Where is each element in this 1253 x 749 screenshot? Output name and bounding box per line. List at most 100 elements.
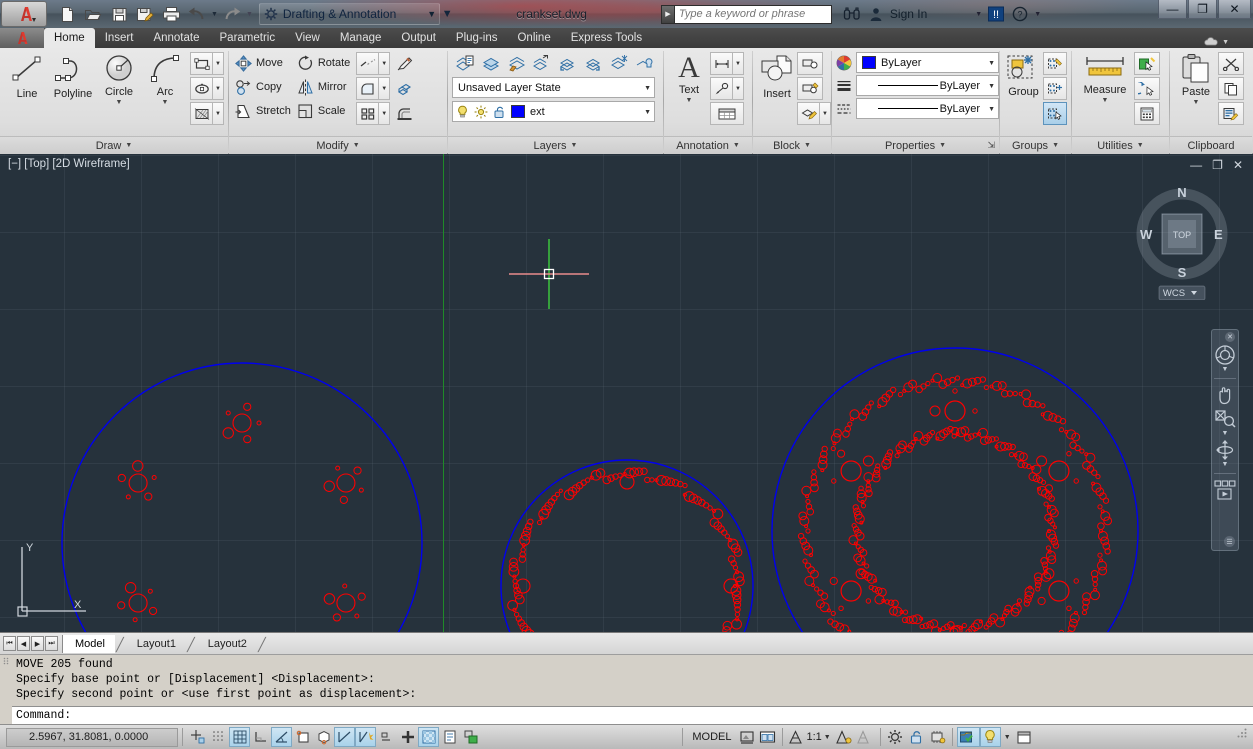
paste-button[interactable]: Paste ▼ <box>1174 51 1218 106</box>
prev-layout-button[interactable]: ◀ <box>17 636 30 651</box>
select-similar-button[interactable] <box>1134 77 1160 100</box>
panel-modify-expand-icon[interactable]: ▼ <box>353 142 360 149</box>
ribbon-tab-view[interactable]: View <box>285 28 330 48</box>
paste-dropdown-icon[interactable]: ▼ <box>1193 99 1200 106</box>
annotation-scale-caret-icon[interactable]: ▼ <box>824 734 831 741</box>
panel-draw-expand-icon[interactable]: ▼ <box>125 142 132 149</box>
workspace-selector[interactable]: Drafting & Annotation ▼ <box>258 3 441 25</box>
paste-special-button[interactable] <box>1218 102 1244 125</box>
panel-block-expand-icon[interactable]: ▼ <box>804 142 811 149</box>
ellipse-flyout-arrow-icon[interactable]: ▼ <box>213 77 224 100</box>
3d-object-snap-toggle[interactable] <box>313 727 334 747</box>
ribbon-tab-manage[interactable]: Manage <box>330 28 392 48</box>
lineweight-combo[interactable]: ByLayer ▼ <box>856 75 999 96</box>
transparency-toggle[interactable] <box>418 727 439 747</box>
ribbon-tab-plugins[interactable]: Plug-ins <box>446 28 508 48</box>
workspace-caret-icon[interactable]: ▼ <box>427 9 436 19</box>
panel-groups-expand-icon[interactable]: ▼ <box>1052 142 1059 149</box>
orbit-button[interactable]: ▼ <box>1212 439 1238 468</box>
lineweight-toggle[interactable] <box>397 727 418 747</box>
object-color-caret-icon[interactable]: ▼ <box>988 53 995 74</box>
dimension-flyout-arrow-icon[interactable]: ▼ <box>733 52 744 75</box>
rectangle-flyout-arrow-icon[interactable]: ▼ <box>213 52 224 75</box>
sign-in-caret-icon[interactable]: ▼ <box>975 11 982 18</box>
layer-state-combo[interactable]: Unsaved Layer State ▼ <box>452 77 655 98</box>
layer-freeze-button[interactable] <box>606 50 631 75</box>
panel-modify-title[interactable]: Modify ▼ <box>229 136 447 154</box>
orbit-caret-icon[interactable]: ▼ <box>1222 461 1229 468</box>
stretch-button[interactable]: Stretch <box>233 99 295 123</box>
measure-dropdown-icon[interactable]: ▼ <box>1102 97 1109 104</box>
application-menu-button[interactable] <box>1 1 47 27</box>
circle-dropdown-icon[interactable]: ▼ <box>116 99 123 106</box>
search-icon-button[interactable] <box>842 5 862 23</box>
line-button[interactable]: Line <box>4 51 50 100</box>
tab-layout2[interactable]: Layout2 <box>196 635 257 653</box>
last-layout-button[interactable]: ⏭ <box>45 636 58 651</box>
ribbon-minimize-control[interactable]: ▼ <box>1204 37 1229 48</box>
trim-button[interactable] <box>356 52 380 75</box>
lineweight-icon[interactable] <box>836 78 852 94</box>
leader-flyout-arrow-icon[interactable]: ▼ <box>733 77 744 100</box>
measure-button[interactable]: Measure ▼ <box>1076 51 1134 104</box>
layer-state-caret-icon[interactable]: ▼ <box>644 78 651 99</box>
sun-thaw-icon[interactable] <box>474 105 488 119</box>
minimize-button[interactable]: — <box>1158 0 1187 19</box>
user-avatar[interactable] <box>866 5 886 23</box>
first-layout-button[interactable]: ⏮ <box>3 636 16 651</box>
rectangle-button[interactable] <box>190 52 213 75</box>
panel-annotation-expand-icon[interactable]: ▼ <box>733 142 740 149</box>
layer-on-button[interactable] <box>478 50 503 75</box>
polyline-button[interactable]: Polyline <box>50 51 96 100</box>
group-edit-button[interactable] <box>1043 77 1067 100</box>
explode-button[interactable] <box>393 77 416 100</box>
isolate-caret-icon[interactable]: ▼ <box>1004 734 1011 741</box>
layer-unisolate-button[interactable] <box>580 50 605 75</box>
save-as-button[interactable] <box>133 3 157 25</box>
object-snap-toggle[interactable] <box>292 727 313 747</box>
rotate-button[interactable]: Rotate <box>295 51 354 75</box>
array-button[interactable] <box>356 102 380 125</box>
calculator-button[interactable] <box>1134 102 1160 125</box>
scale-button[interactable]: Scale <box>295 99 354 123</box>
layer-properties-button[interactable] <box>452 50 477 75</box>
lineweight-caret-icon[interactable]: ▼ <box>988 76 995 97</box>
group-button[interactable]: Group <box>1004 51 1043 98</box>
help-caret-icon[interactable]: ▼ <box>1034 11 1041 18</box>
grid-display-toggle[interactable] <box>208 727 229 747</box>
lightbulb-on-icon[interactable] <box>456 105 469 119</box>
layer-match-button[interactable] <box>504 50 529 75</box>
coordinate-display[interactable]: 2.5967, 31.8081, 0.0000 <box>6 727 178 747</box>
panel-properties-title[interactable]: Properties ▼ ⇲ <box>832 136 999 154</box>
redo-dropdown[interactable]: ▼ <box>246 11 253 18</box>
text-button[interactable]: A Text ▼ <box>668 51 710 105</box>
showmotion-button[interactable] <box>1212 479 1238 505</box>
dynamic-ucs-toggle[interactable] <box>355 727 376 747</box>
maximize-button[interactable]: ❐ <box>1188 0 1217 19</box>
hatch-button[interactable] <box>190 102 213 125</box>
exchange-apps-button[interactable]: !! <box>986 5 1006 23</box>
resize-grip[interactable] <box>1236 727 1250 747</box>
zoom-caret-icon[interactable]: ▼ <box>1222 430 1229 437</box>
drawing-canvas[interactable]: Y X [−] [Top] [2D Wireframe] — ❐ ✕ TOP N… <box>0 154 1253 632</box>
fillet-button[interactable] <box>356 77 380 100</box>
tab-model[interactable]: Model <box>62 634 115 653</box>
panel-utilities-expand-icon[interactable]: ▼ <box>1137 142 1144 149</box>
layer-isolate-button[interactable] <box>554 50 579 75</box>
panel-annotation-title[interactable]: Annotation ▼ <box>664 136 752 154</box>
navbar-close-icon[interactable]: ✕ <box>1225 332 1235 342</box>
dimension-button[interactable] <box>710 52 733 75</box>
color-wheel-icon[interactable] <box>836 55 852 71</box>
sign-in-label[interactable]: Sign In <box>890 7 927 21</box>
help-button[interactable]: ? <box>1010 5 1030 23</box>
save-button[interactable] <box>107 3 131 25</box>
current-layer-caret-icon[interactable]: ▼ <box>644 102 651 123</box>
viewport-minimize-button[interactable]: — <box>1190 158 1202 172</box>
quick-select-button[interactable] <box>1134 52 1160 75</box>
circle-button[interactable]: Circle ▼ <box>96 51 142 106</box>
navbar-menu-icon[interactable]: ☰ <box>1224 536 1235 547</box>
move-button[interactable]: Move <box>233 51 295 75</box>
insert-button[interactable]: Insert <box>757 51 797 100</box>
leader-button[interactable] <box>710 77 733 100</box>
toolbar-lock-button[interactable] <box>906 727 927 747</box>
